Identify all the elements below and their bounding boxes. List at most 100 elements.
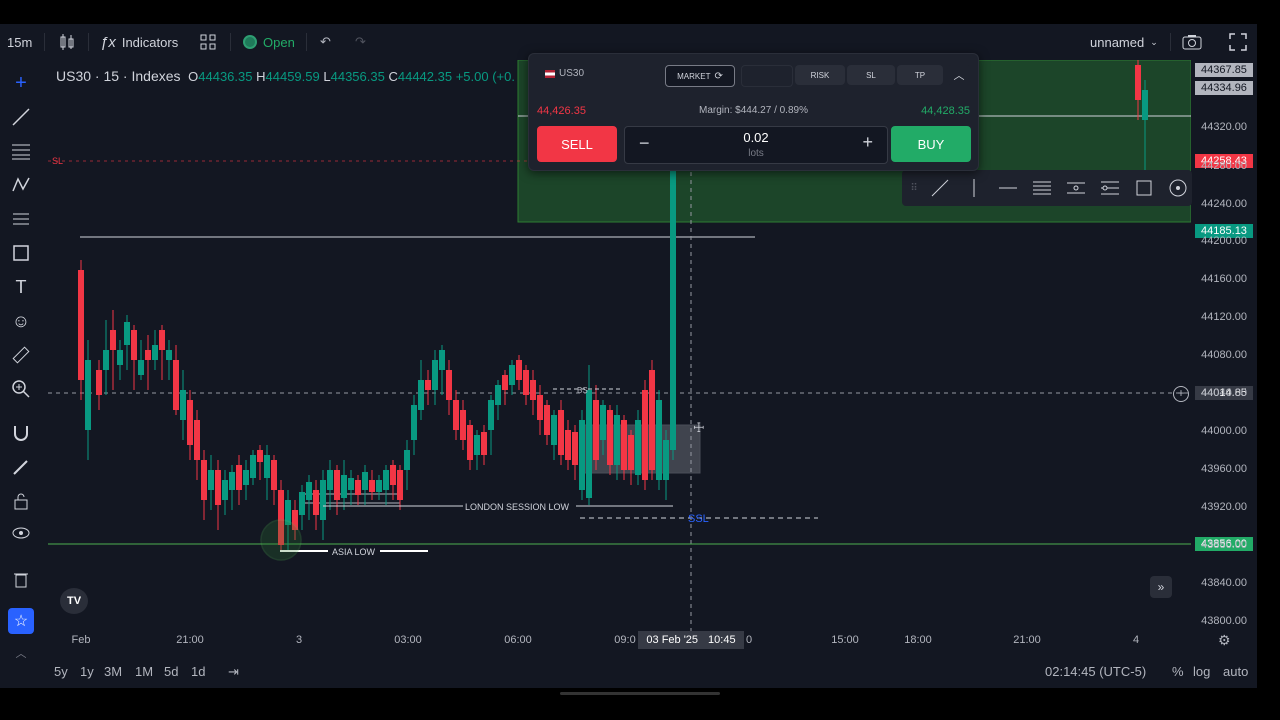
drag-handle[interactable]: ⠿ bbox=[902, 176, 926, 200]
measure-tool[interactable] bbox=[8, 342, 34, 368]
range-1d[interactable]: 1d bbox=[191, 664, 205, 679]
templates-button[interactable] bbox=[200, 24, 216, 60]
market-status-button[interactable]: Open bbox=[243, 24, 295, 60]
draw-channel-button[interactable] bbox=[1064, 176, 1088, 200]
order-symbol-label: US30 bbox=[559, 68, 585, 79]
favorites-tool[interactable]: ☆ bbox=[8, 608, 34, 634]
chart-app: 15m ƒx Indicators Open ↶ ↷ unnamed ⌄ + T… bbox=[0, 24, 1257, 688]
shapes-tool[interactable] bbox=[8, 240, 34, 266]
sell-button[interactable]: SELL bbox=[537, 126, 617, 162]
undo-button[interactable]: ↶ bbox=[320, 24, 331, 60]
price-tick: 44320.00 bbox=[1201, 121, 1247, 133]
increase-button[interactable]: + bbox=[862, 132, 873, 153]
order-type-button[interactable]: MARKET ⟳ bbox=[665, 65, 735, 87]
pattern-tool[interactable] bbox=[8, 172, 34, 198]
range-1m[interactable]: 1M bbox=[135, 664, 153, 679]
redo-button[interactable]: ↷ bbox=[355, 24, 366, 60]
magnet-tool[interactable] bbox=[8, 420, 34, 446]
time-tick: 06:00 bbox=[504, 634, 532, 646]
quantity-value[interactable]: 0.02 bbox=[625, 130, 887, 145]
timezone-clock[interactable]: 02:14:45 (UTC-5) bbox=[1045, 664, 1146, 679]
draw-vertical-button[interactable] bbox=[962, 176, 986, 200]
draw-trend-button[interactable] bbox=[928, 176, 952, 200]
sl-button[interactable]: SL bbox=[847, 65, 895, 85]
price-tick: 44080.00 bbox=[1201, 349, 1247, 361]
order-type-alt[interactable] bbox=[741, 65, 793, 87]
pitchfork-icon bbox=[1101, 181, 1119, 195]
collapse-panel-button[interactable]: ︿ bbox=[947, 65, 971, 85]
candle-body bbox=[628, 435, 634, 470]
buy-button[interactable]: BUY bbox=[891, 126, 971, 162]
candle-body bbox=[474, 435, 480, 455]
time-axis[interactable]: Feb 21:00 3 03:00 06:00 09:0 0 15:00 18:00 21:00 4 bbox=[48, 630, 1191, 652]
time-tick: 21:00 bbox=[176, 634, 204, 646]
settings-icon[interactable]: ⚙ bbox=[1218, 632, 1231, 649]
auto-toggle[interactable]: auto bbox=[1223, 664, 1248, 679]
fullscreen-button[interactable] bbox=[1229, 24, 1247, 60]
zoom-tool[interactable] bbox=[8, 376, 34, 402]
candle-body bbox=[131, 330, 137, 360]
goto-date-button[interactable]: ⇥ bbox=[228, 664, 239, 680]
candle-body bbox=[418, 380, 424, 410]
draw-pitchfork-button[interactable] bbox=[1098, 176, 1122, 200]
time-tick: 3 bbox=[295, 634, 303, 646]
crosshair-time: 10:45 bbox=[708, 634, 736, 646]
remove-tool[interactable] bbox=[8, 566, 34, 592]
candle-body bbox=[180, 390, 186, 420]
draw-horizontal-button[interactable] bbox=[996, 176, 1020, 200]
draw-rectangle-button[interactable] bbox=[1132, 176, 1156, 200]
collapse-tools[interactable]: ︿ bbox=[8, 640, 34, 666]
time-tick: 0 bbox=[745, 634, 753, 646]
risk-button[interactable]: RISK bbox=[795, 65, 845, 85]
candle-body bbox=[166, 350, 172, 360]
pencil-icon bbox=[13, 460, 28, 475]
scroll-to-realtime-button[interactable]: » bbox=[1150, 576, 1172, 598]
candle-body bbox=[446, 370, 452, 400]
percent-toggle[interactable]: % bbox=[1172, 664, 1184, 679]
order-symbol[interactable]: US30 bbox=[545, 68, 584, 79]
time-tick: 03:00 bbox=[394, 634, 422, 646]
candle-body bbox=[327, 470, 333, 490]
tp-button[interactable]: TP bbox=[897, 65, 943, 85]
plus-icon: + bbox=[862, 132, 873, 152]
divider bbox=[88, 33, 89, 51]
candle-body bbox=[78, 270, 84, 380]
high-label: H bbox=[256, 69, 266, 84]
draw-mode-tool[interactable] bbox=[8, 454, 34, 480]
candle-body bbox=[369, 480, 375, 492]
candle-body bbox=[586, 390, 592, 498]
add-alert-icon[interactable]: + bbox=[1173, 386, 1189, 402]
range-5d[interactable]: 5d bbox=[164, 664, 178, 679]
candle-style-button[interactable] bbox=[58, 24, 76, 60]
fib-tool[interactable] bbox=[8, 138, 34, 164]
candle-body bbox=[355, 480, 361, 495]
snapshot-button[interactable] bbox=[1182, 24, 1202, 60]
draw-fib-button[interactable] bbox=[1030, 176, 1054, 200]
icons-tool[interactable]: ☺ bbox=[8, 308, 34, 334]
circle-icon bbox=[1169, 179, 1187, 197]
lock-tool[interactable] bbox=[8, 488, 34, 514]
layout-menu[interactable]: unnamed ⌄ bbox=[1090, 24, 1158, 60]
range-5y[interactable]: 5y bbox=[54, 664, 68, 679]
candles-icon bbox=[60, 34, 74, 50]
candle-body bbox=[579, 420, 585, 490]
symbol-title[interactable]: US30 · 15 · Indexes bbox=[56, 68, 181, 84]
cursor-icon: ☩ bbox=[693, 420, 705, 435]
chevron-down-icon: ⌄ bbox=[1150, 36, 1158, 47]
crosshair-tool[interactable]: + bbox=[8, 70, 34, 96]
range-3m[interactable]: 3M bbox=[104, 664, 122, 679]
hide-tool[interactable] bbox=[8, 520, 34, 546]
tradingview-logo[interactable]: TV bbox=[60, 588, 88, 614]
range-1y[interactable]: 1y bbox=[80, 664, 94, 679]
price-axis[interactable]: 44367.85 44334.96 44258.43 44185.13 4401… bbox=[1191, 60, 1257, 648]
candle-body bbox=[572, 432, 578, 465]
log-toggle[interactable]: log bbox=[1193, 664, 1210, 679]
indicators-button[interactable]: ƒx Indicators bbox=[100, 24, 178, 60]
candle-body bbox=[502, 375, 508, 390]
interval-button[interactable]: 15m bbox=[7, 24, 32, 60]
forecast-tool[interactable] bbox=[8, 206, 34, 232]
text-tool[interactable]: T bbox=[8, 274, 34, 300]
trendline-icon bbox=[931, 179, 949, 197]
trendline-tool[interactable] bbox=[8, 104, 34, 130]
draw-circle-button[interactable] bbox=[1166, 176, 1190, 200]
